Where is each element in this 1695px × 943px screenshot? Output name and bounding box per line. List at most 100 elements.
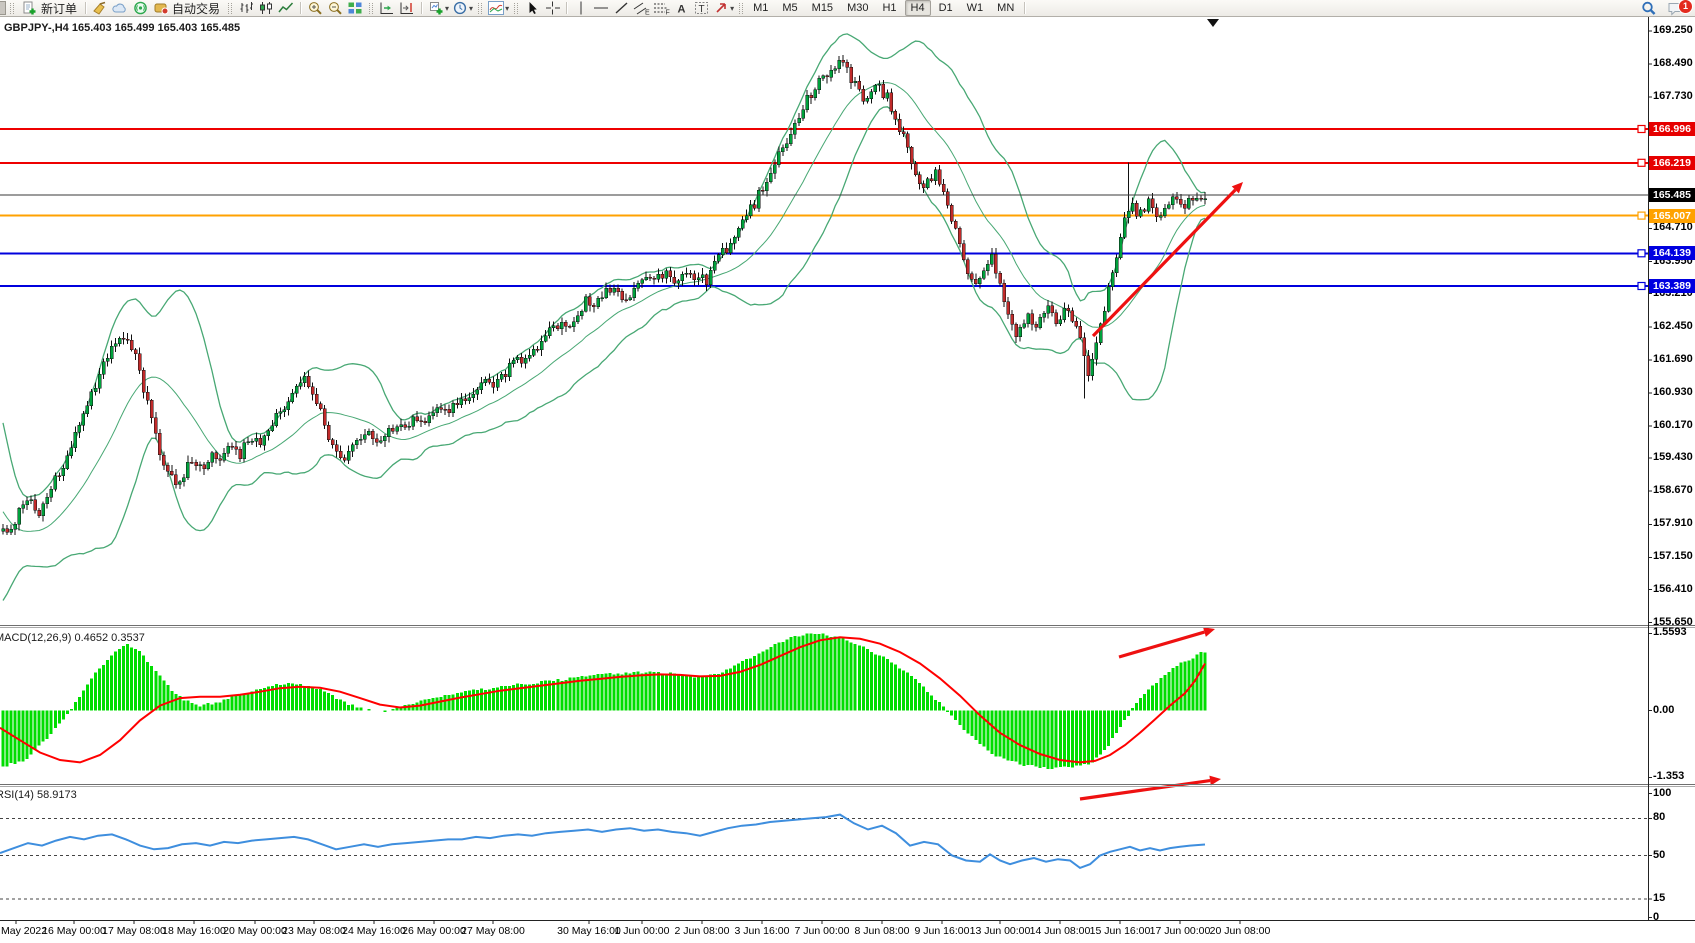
timeframe-M15[interactable]: M15: [806, 0, 839, 16]
candle: [1131, 203, 1134, 211]
price-tick-label: 157.910: [1653, 517, 1693, 529]
macd-bar: [1059, 711, 1062, 768]
candle: [1079, 326, 1082, 338]
candle: [874, 85, 877, 92]
auto-trading-button[interactable]: 自动交易: [150, 1, 224, 16]
text-label-tool-button[interactable]: T: [691, 1, 711, 16]
macd-bar: [1107, 711, 1110, 747]
horizontal-line-tool-button[interactable]: [591, 1, 611, 16]
indicators-dropdown-caret[interactable]: ▾: [505, 4, 509, 13]
line-handle[interactable]: [1638, 159, 1645, 166]
crosshair-tool-button[interactable]: [542, 1, 562, 16]
line-handle[interactable]: [1638, 126, 1645, 133]
clear-charts-button[interactable]: [90, 1, 110, 16]
candle: [387, 428, 390, 437]
timeframe-toolbar: M1M5M15M30H1H4D1W1MN: [747, 0, 1020, 16]
candle: [508, 363, 511, 376]
macd-bar: [1143, 694, 1146, 711]
notifications-button[interactable]: 1: [1667, 1, 1689, 16]
macd-bar: [66, 711, 69, 714]
chart-shift-marker[interactable]: [1207, 19, 1219, 27]
trendline-tool-button[interactable]: [611, 1, 631, 16]
tile-windows-button[interactable]: [345, 1, 365, 16]
candle: [645, 277, 648, 280]
candle: [922, 184, 925, 188]
candle: [323, 409, 326, 426]
candle: [428, 416, 431, 423]
candle: [82, 414, 85, 426]
signals-button[interactable]: [130, 1, 150, 16]
indicators-button[interactable]: [486, 1, 506, 16]
fibonacci-tool-button[interactable]: F: [651, 1, 671, 16]
candle: [26, 501, 29, 505]
candle: [729, 243, 732, 253]
chart-canvas[interactable]: [0, 0, 1695, 943]
timeframe-H1[interactable]: H1: [876, 0, 902, 16]
cloud-button[interactable]: [110, 1, 130, 16]
timeframe-H4[interactable]: H4: [905, 0, 931, 16]
timeframe-M30[interactable]: M30: [841, 0, 874, 16]
candle: [1127, 211, 1130, 218]
horizontal-line-icon: [593, 1, 609, 15]
pane-separator[interactable]: [0, 625, 1695, 626]
line-handle[interactable]: [1638, 212, 1645, 219]
new-order-label: 新订单: [41, 0, 77, 17]
search-button[interactable]: [1639, 1, 1659, 16]
bar-chart-mode-button[interactable]: [236, 1, 256, 16]
macd-bar: [162, 681, 165, 711]
main-pane[interactable]: [0, 34, 1648, 601]
pane-separator[interactable]: [0, 784, 1695, 785]
candle: [697, 278, 700, 280]
arrows-tool-button[interactable]: [711, 1, 731, 16]
zoom-out-button[interactable]: [325, 1, 345, 16]
candle: [2, 529, 5, 531]
macd-bar: [769, 647, 772, 711]
macd-pane[interactable]: [0, 634, 1207, 770]
candle: [834, 69, 837, 71]
line-handle[interactable]: [1638, 250, 1645, 257]
candlestick-mode-button[interactable]: [256, 1, 276, 16]
cursor-tool-button[interactable]: [522, 1, 542, 16]
periods-button[interactable]: [450, 1, 470, 16]
time-axis-label: 14 Jun 08:00: [1030, 925, 1091, 937]
chart-shift-button[interactable]: [397, 1, 417, 16]
rsi-pane[interactable]: [0, 815, 1648, 899]
candle: [291, 393, 294, 402]
macd-bar: [347, 705, 350, 710]
timeframe-W1[interactable]: W1: [961, 0, 990, 16]
new-chart-dropdown-caret[interactable]: ▾: [445, 4, 449, 13]
auto-scroll-button[interactable]: [377, 1, 397, 16]
new-chart-button[interactable]: [426, 1, 446, 16]
macd-bar: [633, 672, 636, 711]
line-chart-mode-button[interactable]: [276, 1, 296, 16]
macd-bar: [1135, 703, 1138, 710]
trend-arrow-1[interactable]: [1119, 632, 1204, 657]
macd-bar: [1159, 678, 1162, 711]
line-handle[interactable]: [1638, 283, 1645, 290]
candle: [986, 264, 989, 270]
vertical-line-tool-button[interactable]: [571, 1, 591, 16]
timeframe-MN[interactable]: MN: [991, 0, 1020, 16]
timeframe-M1[interactable]: M1: [747, 0, 774, 16]
candle: [1115, 258, 1118, 273]
macd-bar: [1031, 711, 1034, 766]
zoom-in-button[interactable]: [305, 1, 325, 16]
signal-icon: [133, 1, 148, 15]
candle: [383, 436, 386, 440]
candle: [488, 379, 491, 382]
macd-bar: [146, 662, 149, 710]
text-tool-button[interactable]: A: [671, 1, 691, 16]
candle: [251, 441, 254, 442]
arrows-dropdown-caret[interactable]: ▾: [730, 4, 734, 13]
equidistant-channel-tool-button[interactable]: E: [631, 1, 651, 16]
chart-shift-icon: [399, 1, 415, 15]
candle: [239, 449, 242, 459]
timeframe-D1[interactable]: D1: [933, 0, 959, 16]
macd-bar: [761, 651, 764, 710]
new-order-button[interactable]: 新订单: [18, 1, 81, 16]
svg-text:T: T: [698, 4, 704, 15]
candle: [86, 406, 89, 414]
timeframe-M5[interactable]: M5: [776, 0, 803, 16]
candle: [18, 508, 21, 524]
periods-dropdown-caret[interactable]: ▾: [469, 4, 473, 13]
